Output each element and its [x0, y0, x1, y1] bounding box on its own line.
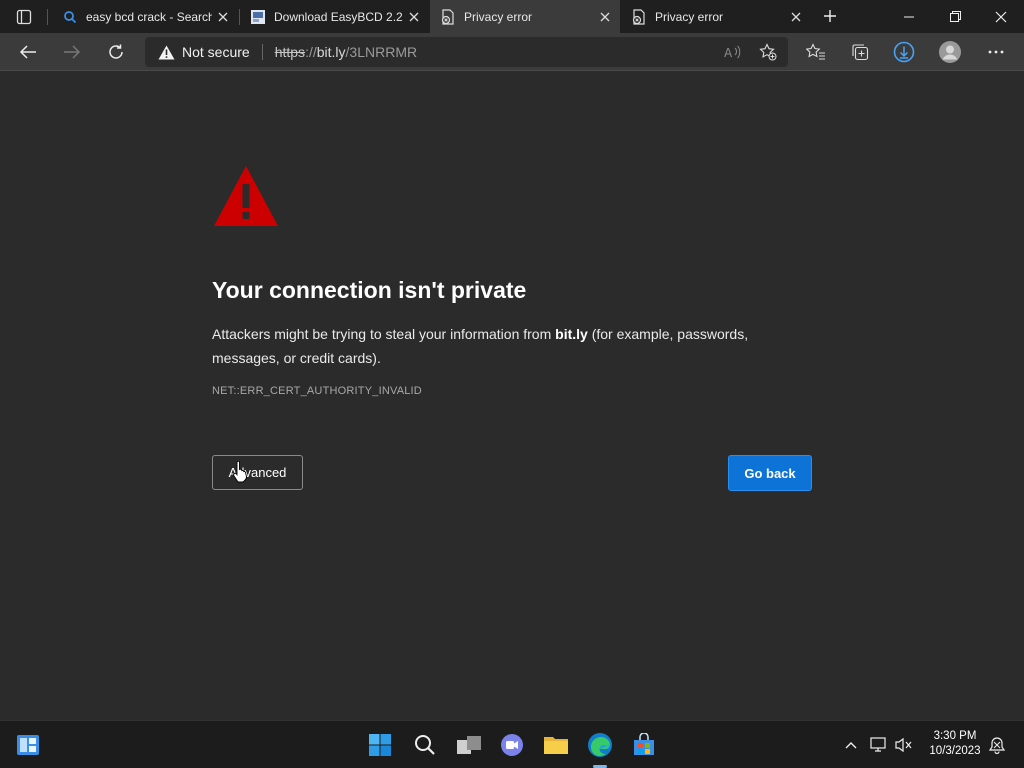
new-tab-button[interactable]	[818, 5, 842, 27]
tab-download-easybcd[interactable]: Download EasyBCD 2.2	[240, 0, 429, 33]
security-status-label[interactable]: Not secure	[182, 44, 250, 60]
url-host: bit.ly	[316, 44, 346, 60]
forward-button[interactable]	[57, 37, 87, 67]
error-description: Attackers might be trying to steal your …	[212, 322, 772, 370]
close-icon[interactable]	[403, 6, 425, 28]
system-clock[interactable]: 3:30 PM 10/3/2023	[922, 729, 988, 759]
task-view-icon[interactable]	[453, 729, 485, 761]
url-text[interactable]: https://bit.ly/3LNRRMR	[275, 44, 417, 60]
tab-label: Download EasyBCD 2.2	[274, 9, 403, 24]
edge-browser-icon[interactable]	[584, 729, 616, 761]
profile-avatar[interactable]	[935, 37, 965, 67]
collections-button[interactable]	[845, 37, 875, 67]
tab-actions-icon[interactable]	[8, 6, 40, 28]
windows-taskbar: 3:30 PM 10/3/2023	[0, 720, 1024, 768]
description-text: Attackers might be trying to steal your …	[212, 326, 556, 342]
tab-privacy-error[interactable]: Privacy error	[621, 0, 811, 33]
favorites-button[interactable]	[801, 37, 831, 67]
microsoft-store-icon[interactable]	[628, 729, 660, 761]
page-title: Your connection isn't private	[212, 277, 527, 303]
tab-strip: easy bcd crack - Search Download EasyBCD…	[0, 0, 1024, 33]
minimize-button[interactable]	[886, 0, 932, 33]
error-code[interactable]: NET::ERR_CERT_AUTHORITY_INVALID	[212, 385, 422, 397]
restore-button[interactable]	[932, 0, 978, 33]
chevron-up-icon[interactable]	[841, 735, 861, 755]
url-separator: ://	[305, 44, 317, 60]
go-back-button[interactable]: Go back	[728, 455, 812, 491]
file-explorer-icon[interactable]	[540, 729, 572, 761]
tab-search[interactable]: easy bcd crack - Search	[52, 0, 238, 33]
privacy-error-icon	[631, 8, 647, 25]
description-host: bit.ly	[555, 326, 588, 342]
close-icon[interactable]	[785, 6, 807, 28]
error-page: Your connection isn't private Attackers …	[0, 72, 1024, 720]
downloads-button[interactable]	[889, 37, 919, 67]
tab-label: Privacy error	[655, 9, 724, 24]
privacy-error-icon	[440, 8, 456, 25]
warning-triangle-icon	[212, 164, 280, 228]
notifications-icon[interactable]	[987, 735, 1007, 755]
tab-label: Privacy error	[464, 9, 533, 24]
close-window-button[interactable]	[978, 0, 1024, 33]
url-path: /3LNRRMR	[345, 44, 418, 60]
close-icon[interactable]	[212, 6, 234, 28]
refresh-button[interactable]	[101, 37, 131, 67]
widgets-icon[interactable]	[12, 729, 44, 761]
url-protocol: https	[274, 44, 306, 60]
clock-date: 10/3/2023	[929, 745, 981, 757]
start-icon[interactable]	[364, 729, 396, 761]
search-icon	[62, 9, 78, 25]
settings-menu-button[interactable]	[981, 37, 1011, 67]
warning-triangle-icon[interactable]	[157, 43, 175, 61]
svg-text:A: A	[724, 46, 733, 59]
add-favorite-icon[interactable]	[758, 43, 778, 61]
mouse-cursor-icon	[232, 460, 248, 483]
teams-chat-icon[interactable]	[496, 729, 528, 761]
advanced-button[interactable]: Advanced	[212, 455, 303, 490]
back-button[interactable]	[13, 37, 43, 67]
clock-time: 3:30 PM	[933, 730, 977, 742]
search-icon[interactable]	[409, 729, 441, 761]
network-icon[interactable]	[869, 735, 889, 755]
browser-toolbar: Not secure https://bit.ly/3LNRRMR A	[0, 33, 1024, 71]
address-divider	[261, 44, 263, 60]
read-aloud-icon[interactable]: A	[723, 43, 743, 61]
tab-privacy-error-active[interactable]: Privacy error	[430, 0, 620, 33]
site-favicon-icon	[250, 9, 266, 25]
volume-muted-icon[interactable]	[894, 735, 914, 755]
tab-label: easy bcd crack - Search	[86, 9, 212, 24]
close-icon[interactable]	[594, 6, 616, 28]
address-bar[interactable]: Not secure https://bit.ly/3LNRRMR A	[145, 37, 788, 67]
